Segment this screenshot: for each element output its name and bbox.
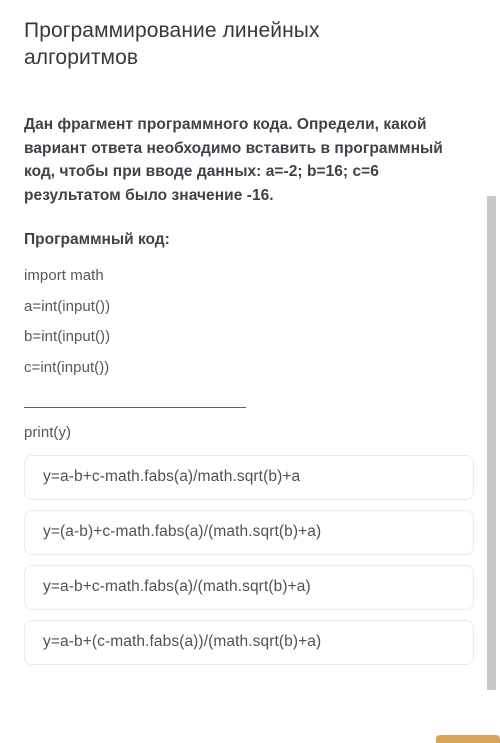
bottom-bar — [0, 729, 500, 743]
submit-button[interactable] — [436, 735, 500, 743]
answer-options-list: y=a-b+c-math.fabs(a)/math.sqrt(b)+a y=(a… — [24, 454, 474, 665]
answer-option-3-text: y=a-b+c-math.fabs(a)/(math.sqrt(b)+a) — [43, 578, 311, 596]
code-line: import math — [24, 266, 104, 284]
answer-option-1[interactable]: y=a-b+c-math.fabs(a)/math.sqrt(b)+a — [24, 454, 474, 500]
answer-option-3[interactable]: y=a-b+c-math.fabs(a)/(math.sqrt(b)+a) — [24, 564, 474, 610]
code-line: a=int(input()) — [24, 297, 111, 315]
page-title: Программирование линейных алгоритмов — [24, 19, 320, 69]
question-text: Дан фрагмент программного кода. Определи… — [24, 116, 443, 204]
code-line: b=int(input()) — [24, 328, 111, 346]
answer-option-4-text: y=a-b+(c-math.fabs(a))/(math.sqrt(b)+a) — [43, 633, 322, 651]
answer-option-2-text: y=(a-b)+c-math.fabs(a)/(math.sqrt(b)+a) — [43, 523, 322, 541]
code-line-print: print(y) — [24, 423, 72, 441]
blank-underline — [24, 406, 246, 408]
code-line: c=int(input()) — [24, 359, 110, 377]
code-blank-placeholder — [24, 384, 474, 418]
page-content: Программирование линейных алгоритмов Дан… — [0, 0, 500, 665]
answer-option-1-text: y=a-b+c-math.fabs(a)/math.sqrt(b)+a — [43, 468, 301, 486]
scrollbar-thumb[interactable] — [487, 196, 496, 690]
quiz-page: Программирование линейных алгоритмов Дан… — [0, 0, 500, 743]
answer-option-2[interactable]: y=(a-b)+c-math.fabs(a)/(math.sqrt(b)+a) — [24, 509, 474, 555]
answer-option-4[interactable]: y=a-b+(c-math.fabs(a))/(math.sqrt(b)+a) — [24, 619, 474, 665]
scrollbar-track[interactable] — [485, 0, 500, 743]
code-block: import math a=int(input()) b=int(input()… — [24, 261, 474, 449]
code-label: Программный код: — [24, 230, 170, 248]
